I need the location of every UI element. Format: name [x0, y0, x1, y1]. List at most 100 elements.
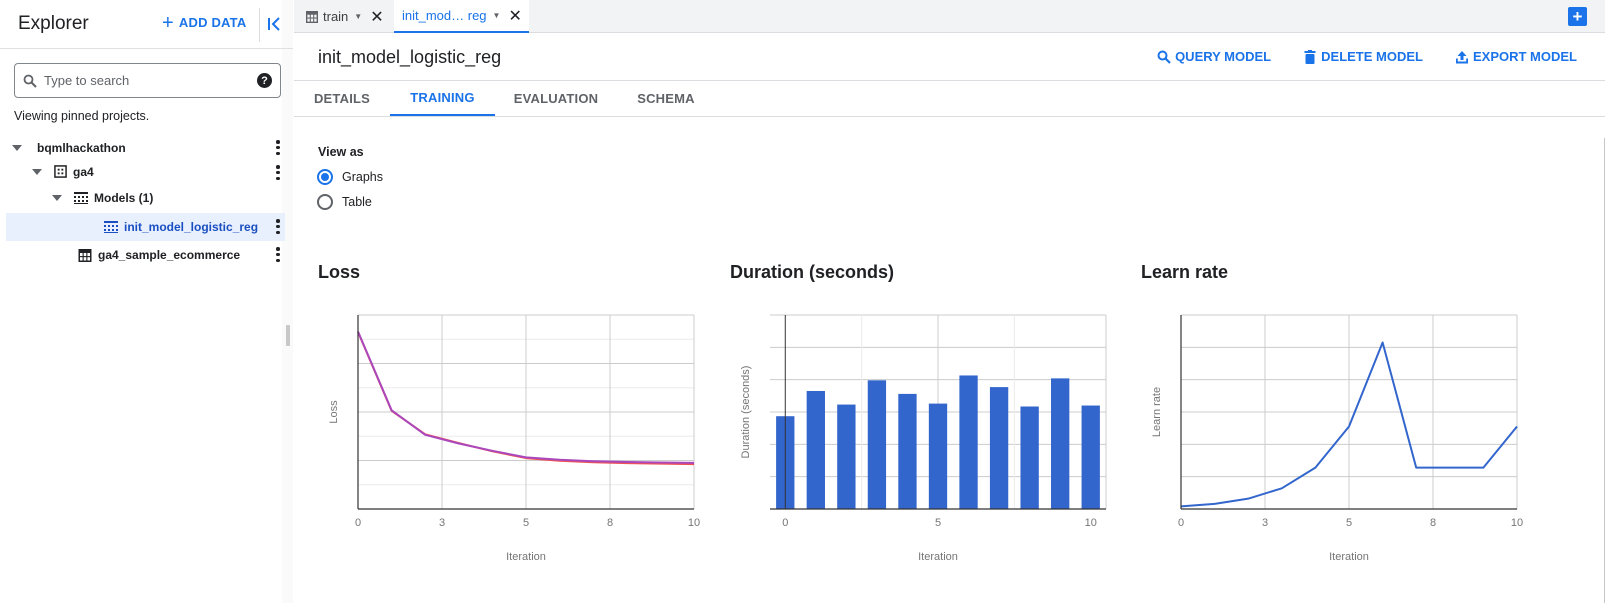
y-axis-title: Duration (seconds) — [740, 366, 752, 459]
chevron-down-icon[interactable] — [12, 144, 22, 151]
tab-init-model[interactable]: init_mod… reg ▼ ✕ — [394, 0, 529, 33]
tree-item-dataset[interactable]: ga4 — [0, 160, 285, 183]
sidebar-resize-track — [282, 0, 293, 603]
x-tick-label: 0 — [782, 517, 788, 529]
model-title: init_model_logistic_reg — [318, 47, 502, 67]
x-tick-label: 0 — [1178, 517, 1184, 529]
x-tick-label: 5 — [935, 517, 941, 529]
duration-bar — [837, 404, 856, 509]
y-axis-title: Learn rate — [1151, 387, 1163, 437]
model-icon — [74, 192, 88, 204]
x-tick-label: 5 — [523, 517, 529, 529]
add-data-button[interactable]: + ADD DATA — [162, 13, 247, 33]
duration-bar — [898, 393, 917, 509]
duration-bar — [959, 375, 978, 509]
duration-bar — [1051, 378, 1070, 509]
help-icon[interactable]: ? — [257, 73, 272, 88]
bigquery-app: Explorer + ADD DATA ? Viewing pinned pro… — [0, 0, 1605, 603]
search-icon — [23, 74, 37, 88]
close-icon[interactable]: ✕ — [370, 7, 383, 27]
tree-item-model-selected[interactable]: init_model_logistic_reg — [6, 213, 285, 241]
pinned-projects-note: Viewing pinned projects. — [14, 109, 150, 123]
model-tabs: DETAILS TRAINING EVALUATION SCHEMA — [294, 81, 1605, 117]
x-tick-label: 3 — [1262, 517, 1268, 529]
tab-train[interactable]: train ▼ ✕ — [294, 0, 394, 33]
explorer-search[interactable]: ? — [14, 63, 281, 98]
learn-rate-chart-title: Learn rate — [1141, 262, 1229, 282]
tree-item-label: ga4 — [73, 164, 94, 179]
tree-item-project[interactable]: bqmlhackathon — [0, 135, 285, 160]
x-axis-title: Iteration — [506, 551, 546, 563]
duration-bar — [1081, 405, 1100, 509]
duration-bar — [806, 390, 825, 509]
tree-item-label: bqmlhackathon — [37, 140, 126, 155]
explorer-header: Explorer + ADD DATA — [0, 0, 293, 49]
tree-item-label: Models (1) — [94, 191, 154, 205]
loss-chart: 0 3 5 8 10 Iteration Loss — [328, 314, 700, 563]
tab-evaluation[interactable]: EVALUATION — [506, 81, 606, 116]
tab-schema[interactable]: SCHEMA — [628, 81, 704, 116]
model-actions: QUERY MODEL DELETE MODEL EXPORT MODEL — [1157, 49, 1577, 64]
plus-icon: + — [1572, 6, 1583, 26]
search-icon — [1157, 50, 1171, 64]
tab-training[interactable]: TRAINING — [390, 81, 495, 116]
collapse-left-icon — [268, 17, 280, 31]
action-label: EXPORT MODEL — [1472, 49, 1577, 64]
collapse-sidebar-button[interactable] — [266, 13, 284, 35]
dataset-icon — [54, 165, 67, 178]
tree-item-label: ga4_sample_ecommerce — [98, 248, 241, 262]
header-divider — [259, 8, 260, 42]
x-tick-label: 5 — [1346, 517, 1352, 529]
model-icon — [104, 221, 118, 233]
action-label: DELETE MODEL — [1321, 49, 1423, 64]
export-model-button[interactable]: EXPORT MODEL — [1455, 49, 1577, 64]
add-data-label: ADD DATA — [178, 15, 247, 30]
x-axis-title: Iteration — [918, 551, 958, 563]
model-details-panel: init_model_logistic_reg QUERY MODEL DELE… — [294, 33, 1605, 603]
chevron-down-icon[interactable] — [32, 168, 42, 175]
export-icon — [1455, 50, 1468, 63]
more-vert-icon[interactable] — [276, 219, 280, 234]
tree-item-label: init_model_logistic_reg — [124, 220, 259, 234]
more-vert-icon[interactable] — [276, 140, 280, 155]
close-icon[interactable]: ✕ — [508, 6, 521, 26]
tab-label: train — [323, 9, 349, 24]
new-tab-button[interactable]: + — [1568, 7, 1587, 26]
table-icon — [78, 248, 92, 262]
duration-bar — [989, 387, 1009, 509]
x-tick-label: 10 — [688, 517, 700, 529]
search-input[interactable] — [44, 73, 257, 88]
radio-label: Table — [342, 195, 372, 209]
dropdown-icon[interactable]: ▼ — [354, 12, 362, 21]
x-tick-label: 10 — [1085, 517, 1097, 529]
tree-item-table[interactable]: ga4_sample_ecommerce — [0, 241, 285, 269]
loss-chart-title: Loss — [318, 262, 361, 282]
editor-tab-bar: train ▼ ✕ init_mod… reg ▼ ✕ + — [294, 0, 1605, 33]
dropdown-icon[interactable]: ▼ — [493, 11, 501, 20]
explorer-title: Explorer — [18, 13, 89, 34]
more-vert-icon[interactable] — [276, 247, 280, 262]
radio-button-unchecked[interactable] — [317, 194, 333, 210]
x-axis-title: Iteration — [1329, 551, 1369, 563]
query-model-button[interactable]: QUERY MODEL — [1157, 49, 1271, 64]
radio-button-checked[interactable] — [317, 169, 333, 185]
duration-bar — [1020, 406, 1039, 509]
delete-model-button[interactable]: DELETE MODEL — [1303, 49, 1423, 64]
radio-table[interactable]: Table — [317, 194, 372, 210]
x-tick-label: 0 — [355, 517, 361, 529]
x-tick-label: 8 — [1430, 517, 1436, 529]
action-label: QUERY MODEL — [1175, 49, 1272, 64]
duration-chart-title: Duration (seconds) — [730, 262, 895, 282]
duration-bar — [928, 403, 948, 509]
chevron-down-icon[interactable] — [52, 195, 62, 201]
resource-tree: bqmlhackathon ga4 Models (1) init_model_… — [0, 135, 285, 269]
tab-details[interactable]: DETAILS — [306, 81, 378, 116]
radio-label: Graphs — [342, 170, 383, 184]
learn-rate-chart: 0 3 5 8 10 Iteration Learn rate — [1151, 314, 1523, 563]
x-tick-label: 3 — [439, 517, 445, 529]
sidebar-resize-handle[interactable] — [286, 325, 290, 346]
more-vert-icon[interactable] — [276, 165, 280, 180]
tree-item-models-folder[interactable]: Models (1) — [0, 183, 285, 213]
radio-graphs[interactable]: Graphs — [317, 169, 383, 185]
view-as-label: View as — [318, 145, 364, 159]
